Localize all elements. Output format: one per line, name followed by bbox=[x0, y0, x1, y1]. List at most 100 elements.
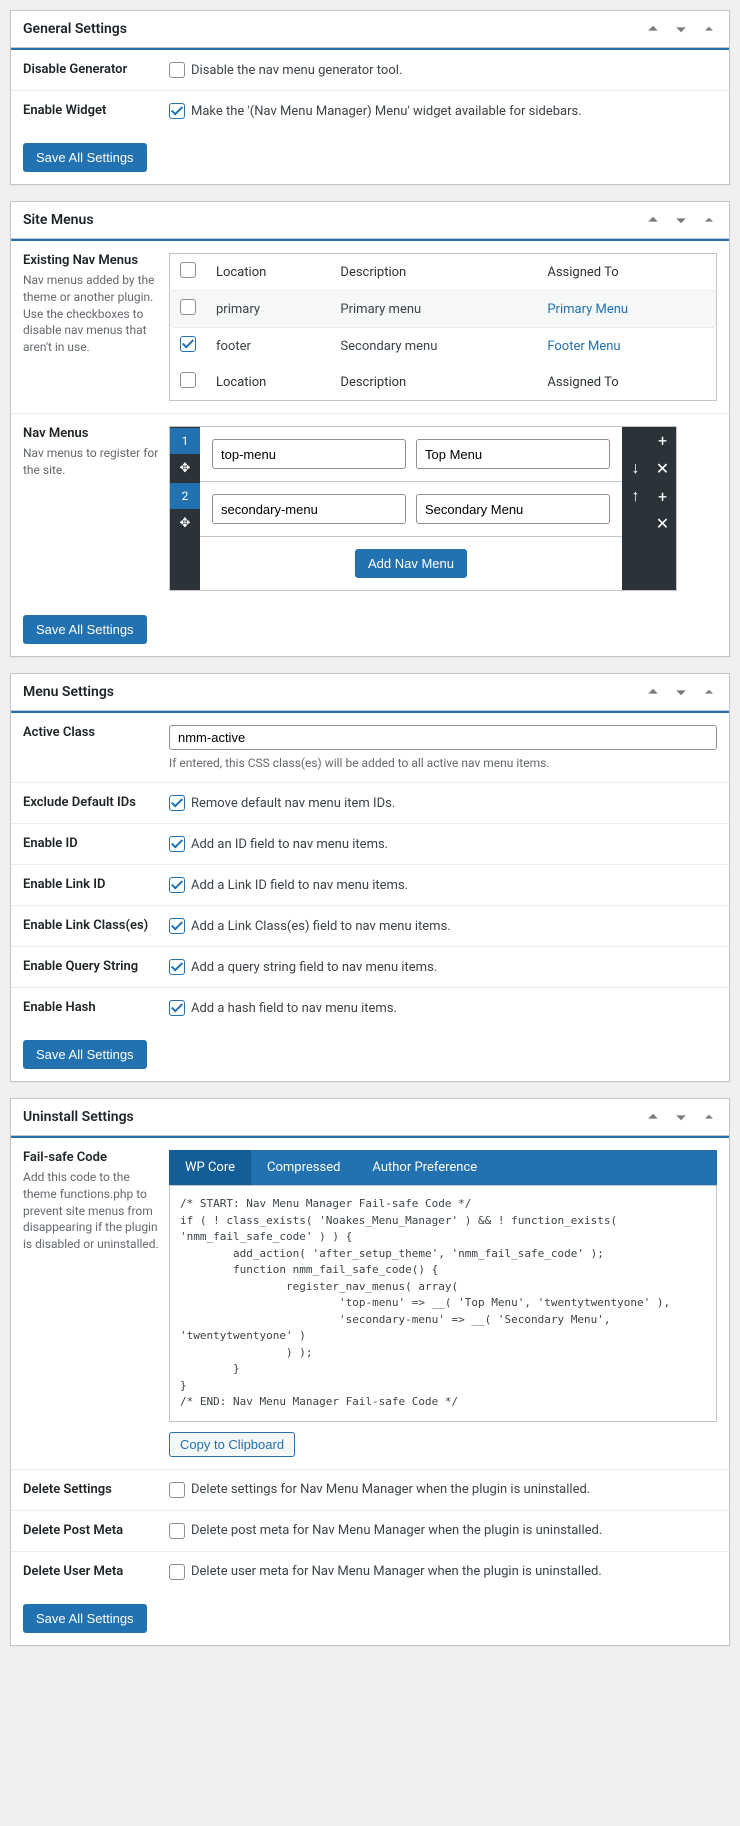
row-handle[interactable]: 1 ✥ bbox=[170, 427, 200, 482]
tab-compressed[interactable]: Compressed bbox=[251, 1150, 356, 1185]
table-header-description[interactable]: Description bbox=[330, 254, 537, 291]
move-down-icon[interactable] bbox=[669, 208, 693, 232]
checkbox-label: Add a Link ID field to nav menu items. bbox=[191, 878, 408, 893]
row-enable-id: Enable ID Add an ID field to nav menu it… bbox=[11, 824, 729, 865]
row-failsafe-code: Fail-safe Code Add this code to the them… bbox=[11, 1138, 729, 1470]
select-all-checkbox[interactable] bbox=[180, 372, 196, 388]
panel-header: General Settings bbox=[11, 11, 729, 48]
row-checkbox[interactable] bbox=[180, 299, 196, 315]
move-icon[interactable]: ✥ bbox=[180, 510, 191, 537]
panel-header: Site Menus bbox=[11, 202, 729, 239]
panel-site-menus: Site Menus Existing Nav Menus Nav menus … bbox=[10, 201, 730, 657]
row-disable-generator: Disable Generator Disable the nav menu g… bbox=[11, 50, 729, 91]
row-active-class: Active Class If entered, this CSS class(… bbox=[11, 713, 729, 783]
toggle-icon[interactable] bbox=[697, 208, 721, 232]
enable-link-id-checkbox[interactable] bbox=[169, 877, 185, 893]
enable-id-checkbox[interactable] bbox=[169, 836, 185, 852]
table-header-checkbox bbox=[170, 254, 207, 291]
checkbox-label: Delete user meta for Nav Menu Manager wh… bbox=[191, 1564, 602, 1579]
cell-description: Primary menu bbox=[330, 291, 537, 328]
enable-hash-checkbox[interactable] bbox=[169, 1000, 185, 1016]
panel-general-settings: General Settings Disable Generator Disab… bbox=[10, 10, 730, 185]
save-button[interactable]: Save All Settings bbox=[23, 1604, 147, 1633]
delete-settings-checkbox[interactable] bbox=[169, 1482, 185, 1498]
delete-user-meta-checkbox[interactable] bbox=[169, 1564, 185, 1580]
add-row-icon[interactable]: + bbox=[649, 482, 676, 510]
move-up-row-icon[interactable]: ↑ bbox=[622, 482, 649, 510]
row-handle[interactable]: 2 ✥ bbox=[170, 482, 200, 537]
checkbox-label: Add a query string field to nav menu ite… bbox=[191, 960, 437, 975]
row-number: 1 bbox=[170, 428, 200, 454]
move-down-icon[interactable] bbox=[669, 17, 693, 41]
delete-post-meta-checkbox[interactable] bbox=[169, 1523, 185, 1539]
failsafe-code-block[interactable]: /* START: Nav Menu Manager Fail-safe Cod… bbox=[169, 1185, 717, 1422]
panel-header: Uninstall Settings bbox=[11, 1099, 729, 1136]
repeater-row: 1 ✥ + ↓ ✕ bbox=[170, 427, 676, 482]
toggle-icon[interactable] bbox=[697, 680, 721, 704]
toggle-icon[interactable] bbox=[697, 17, 721, 41]
cell-description: Secondary menu bbox=[330, 328, 537, 365]
table-header-assigned[interactable]: Assigned To bbox=[537, 254, 716, 291]
add-nav-menu-button[interactable]: Add Nav Menu bbox=[355, 549, 467, 578]
enable-link-class-checkbox[interactable] bbox=[169, 918, 185, 934]
checkbox-label: Add a hash field to nav menu items. bbox=[191, 1001, 397, 1016]
table-footer-assigned[interactable]: Assigned To bbox=[537, 364, 716, 401]
disable-generator-checkbox[interactable] bbox=[169, 62, 185, 78]
move-icon[interactable]: ✥ bbox=[180, 455, 191, 482]
copy-to-clipboard-button[interactable]: Copy to Clipboard bbox=[169, 1432, 295, 1457]
table-header-location[interactable]: Location bbox=[206, 254, 330, 291]
toggle-icon[interactable] bbox=[697, 1105, 721, 1129]
footer-actions bbox=[622, 537, 676, 590]
panel-handle-actions bbox=[641, 208, 729, 232]
menu-name-input[interactable] bbox=[416, 494, 610, 524]
footer-side bbox=[170, 537, 200, 590]
move-up-icon[interactable] bbox=[641, 208, 665, 232]
menu-name-input[interactable] bbox=[416, 439, 610, 469]
remove-row-icon[interactable]: ✕ bbox=[649, 454, 676, 482]
menu-slug-input[interactable] bbox=[212, 494, 406, 524]
save-button[interactable]: Save All Settings bbox=[23, 615, 147, 644]
nav-menus-repeater: 1 ✥ + ↓ ✕ bbox=[169, 426, 677, 591]
cell-assigned-link[interactable]: Primary Menu bbox=[537, 291, 716, 328]
checkbox-label: Delete settings for Nav Menu Manager whe… bbox=[191, 1482, 590, 1497]
panel-header: Menu Settings bbox=[11, 674, 729, 711]
field-label: Existing Nav Menus Nav menus added by th… bbox=[11, 241, 169, 413]
tab-wp-core[interactable]: WP Core bbox=[169, 1150, 251, 1185]
field-label: Exclude Default IDs bbox=[11, 783, 169, 823]
field-label: Enable Query String bbox=[11, 947, 169, 987]
move-down-icon[interactable] bbox=[669, 680, 693, 704]
remove-row-icon[interactable]: ✕ bbox=[649, 510, 676, 537]
field-label: Nav Menus Nav menus to register for the … bbox=[11, 414, 169, 603]
move-down-icon[interactable] bbox=[669, 1105, 693, 1129]
checkbox-label: Add a Link Class(es) field to nav menu i… bbox=[191, 919, 451, 934]
table-footer-description[interactable]: Description bbox=[330, 364, 537, 401]
field-label: Delete Settings bbox=[11, 1470, 169, 1510]
row-enable-link-class: Enable Link Class(es) Add a Link Class(e… bbox=[11, 906, 729, 947]
enable-widget-checkbox[interactable] bbox=[169, 103, 185, 119]
enable-query-checkbox[interactable] bbox=[169, 959, 185, 975]
panel-title: Site Menus bbox=[11, 202, 106, 238]
field-label: Enable Link ID bbox=[11, 865, 169, 905]
tab-author-preference[interactable]: Author Preference bbox=[356, 1150, 493, 1185]
row-checkbox[interactable] bbox=[180, 336, 196, 352]
add-row-icon[interactable]: + bbox=[649, 427, 676, 454]
exclude-ids-checkbox[interactable] bbox=[169, 795, 185, 811]
cell-assigned-link[interactable]: Footer Menu bbox=[537, 328, 716, 365]
select-all-checkbox[interactable] bbox=[180, 262, 196, 278]
move-up-icon[interactable] bbox=[641, 1105, 665, 1129]
table-row: primary Primary menu Primary Menu bbox=[170, 291, 717, 328]
checkbox-label: Remove default nav menu item IDs. bbox=[191, 796, 395, 811]
field-label: Active Class bbox=[11, 713, 169, 782]
move-down-row-icon[interactable]: ↓ bbox=[622, 454, 649, 482]
save-button[interactable]: Save All Settings bbox=[23, 143, 147, 172]
field-label: Enable Link Class(es) bbox=[11, 906, 169, 946]
row-exclude-default-ids: Exclude Default IDs Remove default nav m… bbox=[11, 783, 729, 824]
move-up-icon[interactable] bbox=[641, 17, 665, 41]
active-class-input[interactable] bbox=[169, 725, 717, 750]
move-up-icon[interactable] bbox=[641, 680, 665, 704]
table-footer-location[interactable]: Location bbox=[206, 364, 330, 401]
menu-slug-input[interactable] bbox=[212, 439, 406, 469]
row-enable-hash: Enable Hash Add a hash field to nav menu… bbox=[11, 988, 729, 1028]
row-delete-post-meta: Delete Post Meta Delete post meta for Na… bbox=[11, 1511, 729, 1552]
save-button[interactable]: Save All Settings bbox=[23, 1040, 147, 1069]
